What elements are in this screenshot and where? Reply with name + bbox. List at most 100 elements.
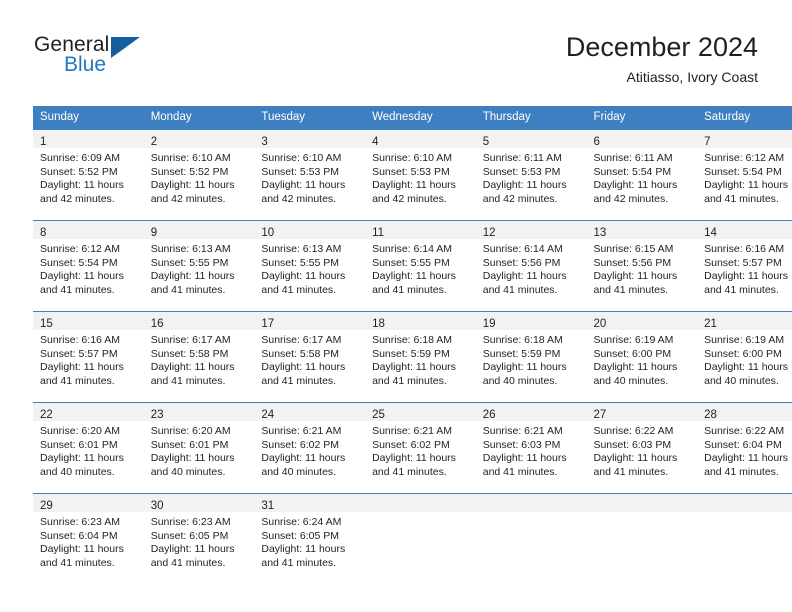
calendar-day-cell[interactable]: 27 Sunrise: 6:22 AM Sunset: 6:03 PM Dayligh… xyxy=(586,402,698,494)
calendar-day-cell[interactable]: 4 Sunrise: 6:10 AM Sunset: 5:53 PM Daylight… xyxy=(365,129,476,221)
day-number: 11 xyxy=(372,227,385,239)
calendar-day-cell[interactable]: 31 Sunrise: 6:24 AM Sunset: 6:05 PM Dayligh… xyxy=(254,493,366,584)
calendar-day-cell[interactable]: 23 Sunrise: 6:20 AM Sunset: 6:01 PM Dayligh… xyxy=(143,402,255,494)
daylight-duration-line2: and 41 minutes. xyxy=(593,465,669,478)
day-number-band: 6 xyxy=(586,130,698,148)
page-subtitle-location: Atitiasso, Ivory Coast xyxy=(626,69,759,85)
calendar-day-cell[interactable]: 28 Sunrise: 6:22 AM Sunset: 6:04 PM Dayligh… xyxy=(697,402,792,494)
day-number-band: 13 xyxy=(586,221,698,239)
sunset-time: Sunset: 6:02 PM xyxy=(372,438,450,451)
daylight-duration-line1: Daylight: 11 hours xyxy=(593,452,678,465)
day-details xyxy=(365,512,476,516)
day-number: 24 xyxy=(261,409,275,421)
day-number: 13 xyxy=(593,227,607,239)
day-number: 22 xyxy=(40,409,53,421)
calendar-day-cell[interactable]: 10 Sunrise: 6:13 AM Sunset: 5:55 PM Dayligh… xyxy=(254,220,366,312)
day-details: Sunrise: 6:13 AM Sunset: 5:55 PM Daylight:… xyxy=(144,239,255,297)
calendar-day-cell[interactable]: 16 Sunrise: 6:17 AM Sunset: 5:58 PM Dayligh… xyxy=(143,311,255,403)
general-blue-logo[interactable]: General Blue xyxy=(34,34,214,90)
calendar-day-cell-empty xyxy=(475,493,587,584)
sunrise-time: Sunrise: 6:24 AM xyxy=(261,516,342,528)
calendar-page: General Blue December 2024 Atitiasso, Iv… xyxy=(0,0,792,612)
daylight-duration-line1: Daylight: 11 hours xyxy=(40,270,124,283)
weekday-header-saturday: Saturday xyxy=(697,106,792,130)
day-number-band xyxy=(697,494,792,512)
calendar-day-cell[interactable]: 11 Sunrise: 6:14 AM Sunset: 5:55 PM Dayligh… xyxy=(365,220,476,312)
day-number-band: 12 xyxy=(475,221,587,239)
calendar-day-cell[interactable]: 29 Sunrise: 6:23 AM Sunset: 6:04 PM Dayligh… xyxy=(33,493,144,584)
daylight-duration-line1: Daylight: 11 hours xyxy=(261,270,346,283)
day-details: Sunrise: 6:21 AM Sunset: 6:03 PM Daylight:… xyxy=(476,421,587,479)
day-number: 21 xyxy=(704,318,717,330)
calendar-day-cell[interactable]: 6 Sunrise: 6:11 AM Sunset: 5:54 PM Daylight… xyxy=(586,129,698,221)
day-details: Sunrise: 6:11 AM Sunset: 5:53 PM Daylight:… xyxy=(476,148,587,206)
calendar-day-cell[interactable]: 18 Sunrise: 6:18 AM Sunset: 5:59 PM Dayligh… xyxy=(365,311,476,403)
sunset-time: Sunset: 5:54 PM xyxy=(704,165,782,178)
day-number: 20 xyxy=(593,318,607,330)
sunset-time: Sunset: 5:59 PM xyxy=(372,347,450,360)
sunset-time: Sunset: 5:57 PM xyxy=(40,347,118,360)
day-number-band: 16 xyxy=(143,312,255,330)
sunset-time: Sunset: 5:58 PM xyxy=(150,347,229,360)
calendar-day-cell[interactable]: 13 Sunrise: 6:15 AM Sunset: 5:56 PM Dayligh… xyxy=(586,220,698,312)
logo-triangle-icon xyxy=(111,37,140,58)
day-number-band: 14 xyxy=(697,221,792,239)
sunset-time: Sunset: 5:58 PM xyxy=(261,347,340,360)
day-details: Sunrise: 6:15 AM Sunset: 5:56 PM Daylight:… xyxy=(586,239,697,297)
day-number-band: 29 xyxy=(33,494,144,512)
calendar-day-cell[interactable]: 5 Sunrise: 6:11 AM Sunset: 5:53 PM Daylight… xyxy=(475,129,587,221)
calendar-day-cell[interactable]: 22 Sunrise: 6:20 AM Sunset: 6:01 PM Dayligh… xyxy=(33,402,144,494)
calendar-day-cell[interactable]: 26 Sunrise: 6:21 AM Sunset: 6:03 PM Dayligh… xyxy=(475,402,587,494)
calendar-day-cell[interactable]: 24 Sunrise: 6:21 AM Sunset: 6:02 PM Dayligh… xyxy=(254,402,366,494)
calendar-day-cell[interactable]: 7 Sunrise: 6:12 AM Sunset: 5:54 PM Daylight… xyxy=(697,129,792,221)
day-number: 31 xyxy=(261,500,275,512)
day-details: Sunrise: 6:12 AM Sunset: 5:54 PM Daylight:… xyxy=(697,148,792,206)
calendar-day-cell[interactable]: 8 Sunrise: 6:12 AM Sunset: 5:54 PM Daylight… xyxy=(33,220,144,312)
daylight-duration-line1: Daylight: 11 hours xyxy=(704,452,788,465)
sunrise-time: Sunrise: 6:17 AM xyxy=(150,334,231,346)
sunset-time: Sunset: 6:03 PM xyxy=(482,438,561,451)
calendar-day-cell[interactable]: 21 Sunrise: 6:19 AM Sunset: 6:00 PM Dayligh… xyxy=(697,311,792,403)
daylight-duration-line1: Daylight: 11 hours xyxy=(372,270,456,283)
calendar-day-cell[interactable]: 2 Sunrise: 6:10 AM Sunset: 5:52 PM Daylight… xyxy=(143,129,255,221)
daylight-duration-line2: and 41 minutes. xyxy=(372,283,447,296)
calendar-day-cell[interactable]: 1 Sunrise: 6:09 AM Sunset: 5:52 PM Daylight… xyxy=(33,129,144,221)
sunset-time: Sunset: 5:55 PM xyxy=(261,256,340,269)
calendar-day-cell[interactable]: 9 Sunrise: 6:13 AM Sunset: 5:55 PM Daylight… xyxy=(143,220,255,312)
sunrise-time: Sunrise: 6:15 AM xyxy=(593,243,674,255)
daylight-duration-line2: and 41 minutes. xyxy=(482,283,558,296)
daylight-duration-line1: Daylight: 11 hours xyxy=(593,179,678,192)
day-number-band xyxy=(475,494,587,512)
calendar-day-cell[interactable]: 20 Sunrise: 6:19 AM Sunset: 6:00 PM Dayligh… xyxy=(586,311,698,403)
sunset-time: Sunset: 5:56 PM xyxy=(593,256,672,269)
sunrise-time: Sunrise: 6:20 AM xyxy=(150,425,231,437)
calendar-day-cell[interactable]: 30 Sunrise: 6:23 AM Sunset: 6:05 PM Dayligh… xyxy=(143,493,255,584)
daylight-duration-line1: Daylight: 11 hours xyxy=(40,179,124,192)
day-details: Sunrise: 6:18 AM Sunset: 5:59 PM Daylight:… xyxy=(476,330,587,388)
calendar-day-cell[interactable]: 19 Sunrise: 6:18 AM Sunset: 5:59 PM Dayligh… xyxy=(475,311,587,403)
daylight-duration-line2: and 42 minutes. xyxy=(261,192,337,205)
daylight-duration-line1: Daylight: 11 hours xyxy=(593,361,678,374)
day-number: 4 xyxy=(372,136,379,148)
day-number-band: 8 xyxy=(33,221,144,239)
sunrise-time: Sunrise: 6:18 AM xyxy=(372,334,453,346)
daylight-duration-line2: and 40 minutes. xyxy=(593,374,669,387)
calendar-day-cell[interactable]: 25 Sunrise: 6:21 AM Sunset: 6:02 PM Dayligh… xyxy=(365,402,476,494)
daylight-duration-line1: Daylight: 11 hours xyxy=(150,179,235,192)
calendar-day-cell[interactable]: 17 Sunrise: 6:17 AM Sunset: 5:58 PM Dayligh… xyxy=(254,311,366,403)
calendar-day-cell[interactable]: 12 Sunrise: 6:14 AM Sunset: 5:56 PM Dayligh… xyxy=(475,220,587,312)
daylight-duration-line2: and 40 minutes. xyxy=(261,465,337,478)
calendar-day-cell[interactable]: 15 Sunrise: 6:16 AM Sunset: 5:57 PM Dayligh… xyxy=(33,311,144,403)
calendar-day-cell[interactable]: 3 Sunrise: 6:10 AM Sunset: 5:53 PM Daylight… xyxy=(254,129,366,221)
weekday-header-monday: Monday xyxy=(143,106,255,130)
daylight-duration-line2: and 41 minutes. xyxy=(261,374,337,387)
sunrise-time: Sunrise: 6:09 AM xyxy=(40,152,120,164)
daylight-duration-line2: and 41 minutes. xyxy=(261,283,337,296)
calendar-day-cell[interactable]: 14 Sunrise: 6:16 AM Sunset: 5:57 PM Dayligh… xyxy=(697,220,792,312)
sunrise-time: Sunrise: 6:14 AM xyxy=(482,243,563,255)
daylight-duration-line2: and 41 minutes. xyxy=(150,283,226,296)
sunset-time: Sunset: 5:52 PM xyxy=(150,165,229,178)
sunrise-time: Sunrise: 6:16 AM xyxy=(40,334,120,346)
daylight-duration-line1: Daylight: 11 hours xyxy=(372,452,456,465)
daylight-duration-line1: Daylight: 11 hours xyxy=(150,270,235,283)
